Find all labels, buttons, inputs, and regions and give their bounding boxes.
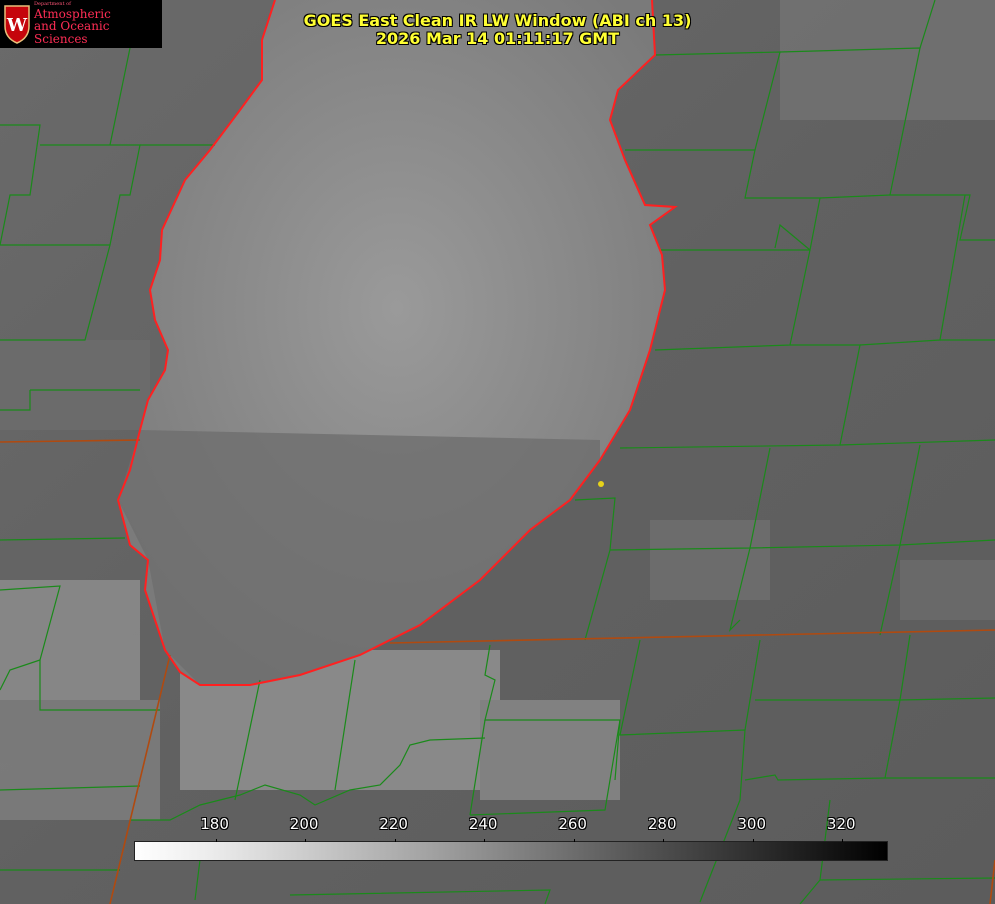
image-title: GOES East Clean IR LW Window (ABI ch 13)… bbox=[0, 12, 995, 48]
colorbar-tick-mark bbox=[663, 839, 665, 842]
colorbar-tick-mark bbox=[215, 839, 217, 842]
colorbar-tick-mark bbox=[573, 839, 575, 842]
colorbar-tick-mark bbox=[484, 839, 486, 842]
colorbar-tick-label: 180 bbox=[200, 815, 229, 833]
colorbar-tick-mark bbox=[842, 839, 844, 842]
colorbar-tick-label: 200 bbox=[289, 815, 319, 833]
colorbar-tick-mark bbox=[394, 839, 396, 842]
colorbar-tick-labels: 180 200 220 240 260 280 300 320 bbox=[0, 815, 995, 835]
colorbar-tick-mark bbox=[752, 839, 754, 842]
colorbar-tick-label: 320 bbox=[826, 815, 856, 833]
location-marker bbox=[598, 481, 604, 487]
satellite-map bbox=[0, 0, 995, 904]
colorbar-tick-label: 280 bbox=[647, 815, 677, 833]
title-line-2: 2026 Mar 14 01:11:17 GMT bbox=[375, 29, 620, 48]
colorbar-tick-label: 220 bbox=[379, 815, 408, 833]
colorbar-tick-mark bbox=[305, 839, 307, 842]
colorbar-tick-label: 240 bbox=[468, 815, 498, 833]
colorbar bbox=[134, 839, 888, 861]
colorbar-tick-label: 260 bbox=[558, 815, 587, 833]
title-line-1: GOES East Clean IR LW Window (ABI ch 13) bbox=[303, 11, 692, 30]
colorbar-tick-label: 300 bbox=[737, 815, 767, 833]
